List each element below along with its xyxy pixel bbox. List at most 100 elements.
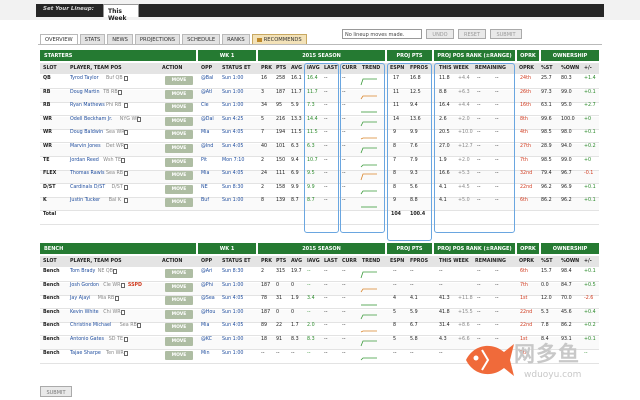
- submit-button[interactable]: SUBMIT: [490, 29, 522, 39]
- player-card-icon[interactable]: [123, 130, 128, 136]
- player-name-link[interactable]: Doug Baldwin: [70, 130, 103, 135]
- game-status-link[interactable]: Sun 4:05: [222, 171, 243, 176]
- cell-espn: 14: [393, 116, 400, 122]
- cell-last: --: [324, 296, 328, 302]
- game-status-link[interactable]: Mon 7:10: [222, 158, 244, 163]
- player-card-icon[interactable]: [123, 103, 128, 109]
- player-card-icon[interactable]: [112, 269, 117, 274]
- player-name-link[interactable]: Cardinals D/ST: [70, 185, 105, 190]
- move-button[interactable]: MOVE: [165, 309, 193, 319]
- player-card-icon[interactable]: [115, 296, 120, 302]
- opponent-link[interactable]: Buf: [201, 198, 209, 203]
- player-card-icon[interactable]: [123, 350, 128, 356]
- opponent-link[interactable]: @Sea: [201, 296, 215, 301]
- player-card-icon[interactable]: [120, 157, 125, 163]
- move-button[interactable]: MOVE: [165, 116, 193, 126]
- move-button[interactable]: MOVE: [165, 103, 193, 113]
- player-name-link[interactable]: Christine Michael: [70, 323, 111, 328]
- this-week-tab[interactable]: This Week: [103, 4, 139, 22]
- game-status-link[interactable]: Sun 4:05: [222, 130, 243, 135]
- opponent-link[interactable]: Min: [201, 351, 210, 356]
- slot-label: Bench: [43, 309, 60, 315]
- player-card-icon[interactable]: [120, 309, 125, 315]
- game-status-link[interactable]: Sun 1:00: [222, 76, 243, 81]
- player-name-link[interactable]: Antonio Gates: [70, 337, 104, 342]
- move-button[interactable]: MOVE: [165, 323, 193, 333]
- cell-espn: 8: [393, 323, 397, 329]
- game-status-link[interactable]: Sun 1:00: [222, 198, 243, 203]
- player-name-link[interactable]: Ryan Mathews: [70, 103, 105, 108]
- move-button[interactable]: MOVE: [165, 144, 193, 153]
- game-status-link[interactable]: Sun 4:25: [222, 117, 243, 122]
- opponent-link[interactable]: @Dal: [201, 117, 214, 122]
- player-name-link[interactable]: Jordan Reed: [70, 158, 99, 163]
- opponent-link[interactable]: Pit: [201, 158, 207, 163]
- game-status-link[interactable]: Sun 1:00: [222, 90, 243, 95]
- cell-rest: --: [477, 296, 481, 302]
- opponent-link[interactable]: Cle: [201, 103, 209, 108]
- move-button[interactable]: MOVE: [165, 269, 193, 278]
- player-card-icon[interactable]: [123, 171, 128, 177]
- player-name-link[interactable]: Tajae Sharpe: [70, 351, 101, 356]
- player-name-link[interactable]: Thomas Rawls: [70, 171, 104, 176]
- player-name-link[interactable]: Odell Beckham Jr.: [70, 117, 112, 122]
- game-status-link[interactable]: Sun 4:05: [222, 323, 243, 328]
- player-card-icon[interactable]: [123, 144, 128, 149]
- undo-button[interactable]: UNDO: [426, 29, 454, 39]
- game-status-link[interactable]: Sun 1:00: [222, 310, 243, 315]
- move-button[interactable]: MOVE: [165, 282, 193, 292]
- move-button[interactable]: MOVE: [165, 337, 193, 346]
- player-card-icon[interactable]: [123, 184, 128, 190]
- bottom-submit-button[interactable]: SUBMIT: [40, 386, 72, 397]
- reset-button[interactable]: RESET: [458, 29, 486, 39]
- move-button[interactable]: MOVE: [165, 184, 193, 194]
- move-button[interactable]: MOVE: [165, 157, 193, 167]
- opponent-link[interactable]: Mia: [201, 130, 209, 135]
- slot-label: Bench: [43, 269, 60, 274]
- game-status-link[interactable]: Sun 4:05: [222, 144, 243, 149]
- opponent-link[interactable]: @Ari: [201, 269, 212, 274]
- col-opp: OPP: [201, 66, 213, 71]
- player-card-icon[interactable]: [123, 198, 128, 204]
- player-card-icon[interactable]: [123, 337, 128, 342]
- move-button[interactable]: MOVE: [165, 198, 193, 208]
- opponent-link[interactable]: Mia: [201, 171, 209, 176]
- game-status-link[interactable]: Sun 1:00: [222, 283, 243, 288]
- game-status-link[interactable]: Sun 1:00: [222, 337, 243, 342]
- player-card-icon[interactable]: [137, 323, 142, 329]
- game-status-link[interactable]: Sun 8:30: [222, 185, 243, 190]
- move-button[interactable]: MOVE: [165, 130, 193, 140]
- opponent-link[interactable]: @Phi: [201, 283, 213, 288]
- player-name-link[interactable]: Tyrod Taylor: [70, 76, 99, 81]
- game-status-link[interactable]: Sun 1:00: [222, 103, 243, 108]
- move-button[interactable]: MOVE: [165, 296, 193, 306]
- player-team-pos: D/ST: [111, 184, 123, 190]
- move-button[interactable]: MOVE: [165, 76, 193, 85]
- opponent-link[interactable]: @Atl: [201, 90, 212, 95]
- move-button[interactable]: MOVE: [165, 350, 193, 360]
- player-name-link[interactable]: Tom Brady: [70, 269, 95, 274]
- opponent-link[interactable]: NE: [201, 185, 208, 190]
- player-card-icon[interactable]: [118, 89, 123, 95]
- player-name-link[interactable]: Marvin Jones: [70, 144, 101, 149]
- opponent-link[interactable]: @Bal: [201, 76, 213, 81]
- game-status-link[interactable]: Sun 1:00: [222, 351, 243, 356]
- player-card-icon[interactable]: [123, 76, 128, 81]
- opponent-link[interactable]: @Hou: [201, 310, 215, 315]
- move-button[interactable]: MOVE: [165, 171, 193, 181]
- player-name-link[interactable]: Doug Martin: [70, 90, 100, 95]
- move-button[interactable]: MOVE: [165, 89, 193, 99]
- game-status-link[interactable]: Sun 4:05: [222, 296, 243, 301]
- opponent-link[interactable]: @Ind: [201, 144, 213, 149]
- player-name-link[interactable]: Justin Tucker: [70, 198, 100, 203]
- game-status-link[interactable]: Sun 8:30: [222, 269, 243, 274]
- cell-pown: 100.0: [561, 116, 575, 122]
- player-team-pos: TB RB: [103, 89, 118, 95]
- player-card-icon[interactable]: [120, 282, 125, 288]
- player-card-icon[interactable]: [137, 116, 142, 122]
- opponent-link[interactable]: @KC: [201, 337, 212, 342]
- opponent-link[interactable]: Mia: [201, 323, 209, 328]
- player-name-link[interactable]: Josh Gordon: [70, 283, 99, 288]
- player-name-link[interactable]: Kevin White: [70, 310, 99, 315]
- player-name-link[interactable]: Jay Ajayi: [70, 296, 90, 301]
